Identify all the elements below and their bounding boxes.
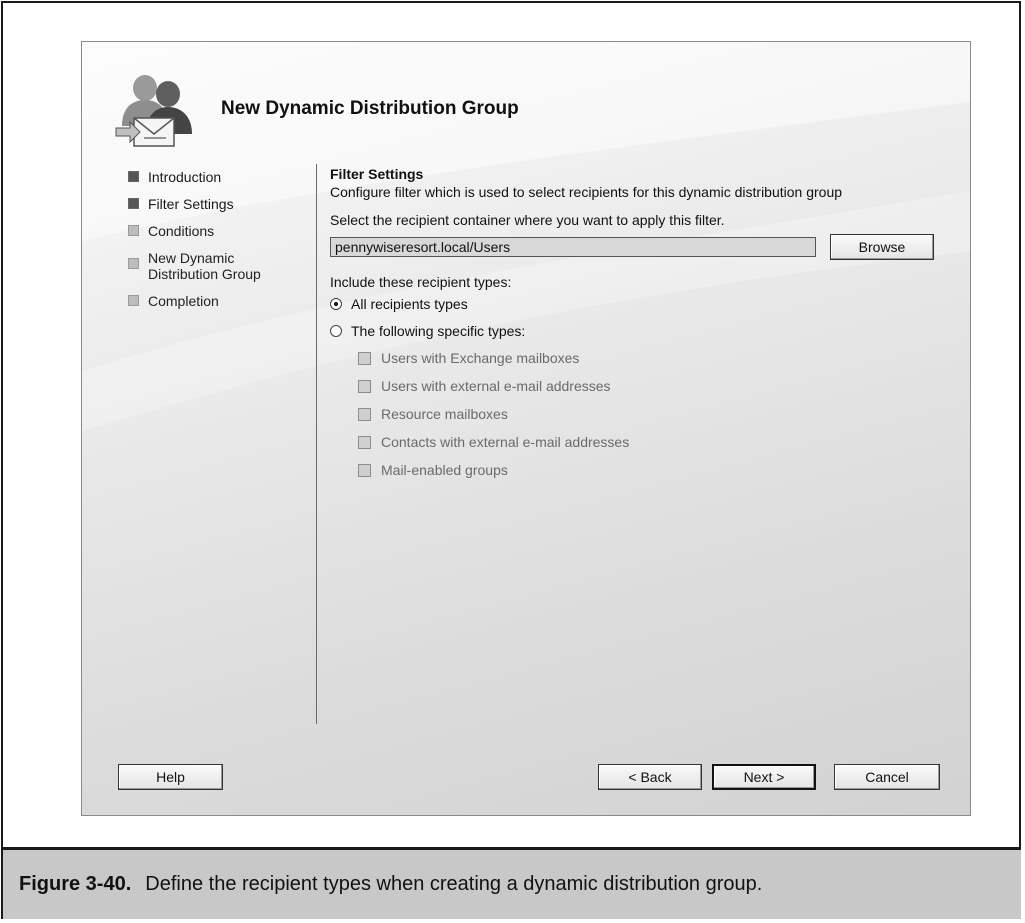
checkbox-label: Resource mailboxes bbox=[381, 406, 508, 422]
nav-item-conditions: Conditions bbox=[128, 223, 318, 239]
next-button[interactable]: Next > bbox=[712, 764, 816, 790]
radio-selected-icon[interactable] bbox=[330, 298, 342, 310]
browse-button[interactable]: Browse bbox=[830, 234, 934, 260]
wizard-window: New Dynamic Distribution Group Introduct… bbox=[81, 41, 971, 816]
step-marker-icon bbox=[128, 258, 139, 269]
recipient-container-field[interactable] bbox=[330, 237, 816, 257]
checkbox-exchange-mailboxes[interactable]: Users with Exchange mailboxes bbox=[358, 350, 940, 366]
nav-item-label: New Dynamic Distribution Group bbox=[148, 250, 261, 282]
step-marker-icon bbox=[128, 295, 139, 306]
cancel-button[interactable]: Cancel bbox=[834, 764, 940, 790]
filter-settings-panel: Filter Settings Configure filter which i… bbox=[330, 166, 940, 490]
checkbox-icon[interactable] bbox=[358, 407, 371, 421]
checkbox-label: Mail-enabled groups bbox=[381, 462, 508, 478]
checkbox-external-email-users[interactable]: Users with external e-mail addresses bbox=[358, 378, 940, 394]
checkbox-mail-enabled-groups[interactable]: Mail-enabled groups bbox=[358, 462, 940, 478]
wizard-nav: Introduction Filter Settings Conditions … bbox=[128, 169, 318, 320]
checkbox-external-contacts[interactable]: Contacts with external e-mail addresses bbox=[358, 434, 940, 450]
figure-caption-bar: Figure 3-40. Define the recipient types … bbox=[3, 847, 1021, 919]
nav-item-filter-settings: Filter Settings bbox=[128, 196, 318, 212]
radio-all-recipients[interactable]: All recipients types bbox=[330, 296, 940, 312]
back-button[interactable]: < Back bbox=[598, 764, 702, 790]
figure-caption: Define the recipient types when creating… bbox=[145, 873, 763, 895]
radio-unselected-icon[interactable] bbox=[330, 325, 342, 337]
nav-item-completion: Completion bbox=[128, 293, 318, 309]
checkbox-label: Contacts with external e-mail addresses bbox=[381, 434, 630, 450]
checkbox-icon[interactable] bbox=[358, 463, 371, 477]
section-description: Configure filter which is used to select… bbox=[330, 184, 843, 200]
nav-item-label: Filter Settings bbox=[148, 196, 234, 212]
step-marker-icon bbox=[128, 225, 139, 236]
container-row: Browse bbox=[330, 234, 940, 260]
checkbox-icon[interactable] bbox=[358, 379, 371, 393]
checkbox-icon[interactable] bbox=[358, 351, 371, 365]
nav-item-new-dynamic-distribution-group: New Dynamic Distribution Group bbox=[128, 250, 318, 282]
checkbox-label: Users with Exchange mailboxes bbox=[381, 350, 580, 366]
step-marker-icon bbox=[128, 171, 139, 182]
container-label: Select the recipient container where you… bbox=[330, 212, 725, 228]
figure-number: Figure 3-40. bbox=[19, 873, 132, 895]
nav-item-label: Completion bbox=[148, 293, 219, 309]
users-mail-icon bbox=[115, 75, 192, 147]
radio-label: The following specific types: bbox=[351, 323, 526, 339]
nav-divider bbox=[316, 164, 317, 724]
radio-label: All recipients types bbox=[351, 296, 468, 312]
checkbox-label: Users with external e-mail addresses bbox=[381, 378, 611, 394]
wizard-title: New Dynamic Distribution Group bbox=[221, 98, 519, 119]
step-marker-icon bbox=[128, 198, 139, 209]
section-title: Filter Settings bbox=[330, 166, 424, 182]
figure-frame: New Dynamic Distribution Group Introduct… bbox=[1, 1, 1021, 919]
checkbox-resource-mailboxes[interactable]: Resource mailboxes bbox=[358, 406, 940, 422]
nav-item-introduction: Introduction bbox=[128, 169, 318, 185]
nav-item-label: Introduction bbox=[148, 169, 222, 185]
recipient-types-label: Include these recipient types: bbox=[330, 274, 512, 290]
radio-specific-types[interactable]: The following specific types: bbox=[330, 323, 940, 339]
nav-item-label: Conditions bbox=[148, 223, 215, 239]
checkbox-icon[interactable] bbox=[358, 435, 371, 449]
help-button[interactable]: Help bbox=[118, 764, 223, 790]
